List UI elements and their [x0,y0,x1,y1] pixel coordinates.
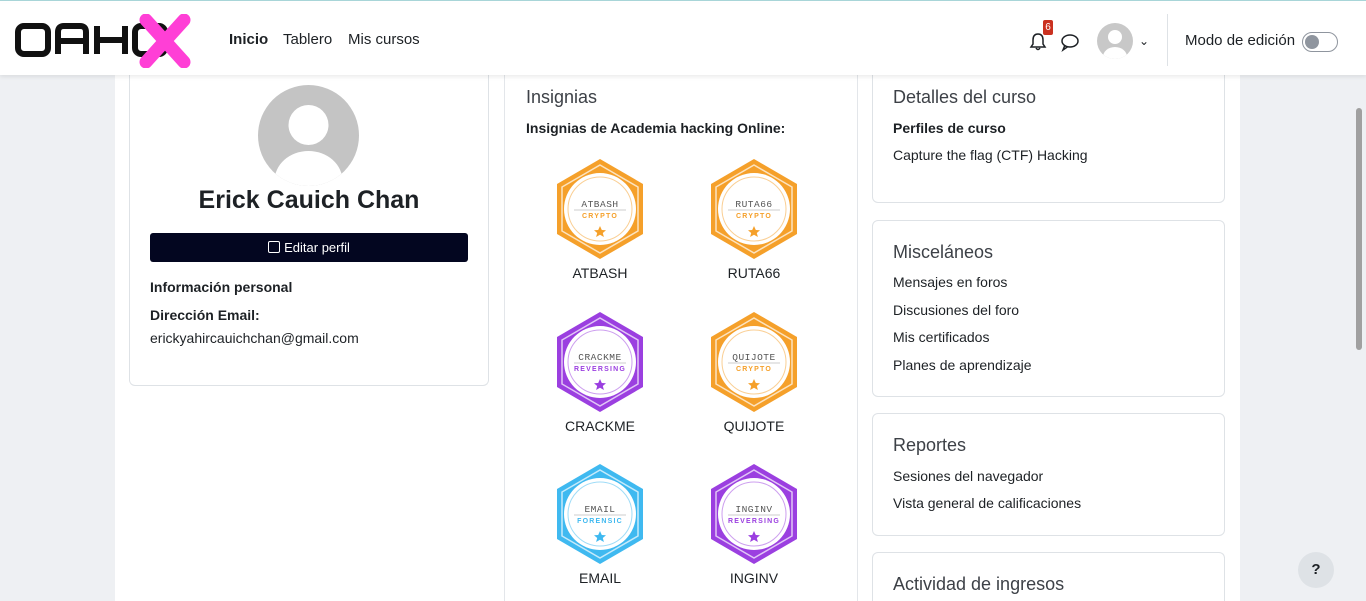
nav-mis-cursos[interactable]: Mis cursos [348,31,420,48]
badge-item[interactable]: QUIJOTE CRYPTO QUIJOTE [699,310,809,450]
email-label: Dirección Email: [150,307,260,323]
badge-category: REVERSING [574,366,626,373]
course-details-title: Detalles del curso [893,87,1037,107]
badge-inner-text: EMAIL [584,504,615,515]
email-value: erickyahircauichchan@gmail.com [150,330,359,346]
profile-avatar [258,85,359,186]
badge-inner-text: RUTA66 [735,199,772,210]
toggle-knob [1305,35,1319,49]
badge-hexagon-icon: CRACKME REVERSING [557,312,643,412]
course-link[interactable]: Capture the flag (CTF) Hacking [893,147,1088,163]
badge-name: INGINV [729,570,779,586]
nav-inicio[interactable]: Inicio [229,31,268,48]
badge-item[interactable]: INGINV REVERSING INGINV [699,462,809,601]
badge-hexagon-icon: INGINV REVERSING [711,464,797,564]
badge-name: CRACKME [564,418,635,434]
edit-profile-button[interactable]: Editar perfil [150,233,468,262]
reports-title: Reportes [893,435,967,455]
profile-name: Erick Cauich Chan [198,186,420,214]
badge-name: RUTA66 [727,265,781,281]
badge-item[interactable]: RUTA66 CRYPTO RUTA66 [699,157,809,297]
help-button[interactable]: ? [1298,552,1334,588]
ahox-logo[interactable] [14,14,194,68]
user-menu-chevron-down-icon[interactable]: ⌄ [1139,34,1149,48]
notification-count-badge: 6 [1043,20,1053,35]
badge-name: QUIJOTE [723,418,785,434]
link-browser-sessions[interactable]: Sesiones del navegador [893,468,1043,484]
badge-inner-text: INGINV [735,504,772,515]
chat-icon[interactable] [1060,33,1080,53]
badge-hexagon-icon: RUTA66 CRYPTO [711,159,797,259]
badge-name: EMAIL [578,570,621,586]
link-learning-plans[interactable]: Planes de aprendizaje [893,357,1032,373]
badge-category: CRYPTO [582,213,618,220]
badge-inner-text: QUIJOTE [732,352,775,363]
link-forum-discussions[interactable]: Discusiones del foro [893,302,1019,318]
badges-title: Insignias [526,87,598,107]
badge-inner-text: CRACKME [578,352,621,363]
badge-category: CRYPTO [736,213,772,220]
link-certificates[interactable]: Mis certificados [893,329,989,345]
badge-name: ATBASH [572,265,628,281]
badge-item[interactable]: CRACKME REVERSING CRACKME [545,310,655,450]
badges-subtitle: Insignias de Academia hacking Online: [526,120,786,136]
page-scrollbar[interactable] [1356,108,1362,350]
nav-tablero[interactable]: Tablero [283,31,332,48]
badge-inner-text: ATBASH [581,199,618,210]
badge-category: FORENSIC [577,518,623,525]
link-grades-overview[interactable]: Vista general de calificaciones [893,495,1081,511]
edit-pen-icon [268,241,281,253]
activity-title: Actividad de ingresos [893,574,1065,594]
badge-item[interactable]: ATBASH CRYPTO ATBASH [545,157,655,297]
column-divider [857,75,858,601]
badge-hexagon-icon: QUIJOTE CRYPTO [711,312,797,412]
badge-category: REVERSING [728,518,780,525]
navbar-divider [1167,14,1168,66]
badge-item[interactable]: EMAIL FORENSIC EMAIL [545,462,655,601]
edit-mode-toggle[interactable] [1302,32,1338,52]
user-avatar[interactable] [1097,23,1133,59]
personal-info-heading: Información personal [150,279,293,295]
column-divider [504,75,505,601]
link-forum-posts[interactable]: Mensajes en foros [893,274,1007,290]
course-profiles-label: Perfiles de curso [893,120,1006,136]
navbar: Inicio Tablero Mis cursos 6 ⌄ Modo de ed… [0,4,1366,75]
badge-hexagon-icon: ATBASH CRYPTO [557,159,643,259]
badge-category: CRYPTO [736,366,772,373]
edit-profile-label: Editar perfil [284,240,350,255]
badge-hexagon-icon: EMAIL FORENSIC [557,464,643,564]
misc-title: Misceláneos [893,242,994,262]
edit-mode-label: Modo de edición [1185,32,1296,49]
bell-icon[interactable] [1028,32,1048,52]
